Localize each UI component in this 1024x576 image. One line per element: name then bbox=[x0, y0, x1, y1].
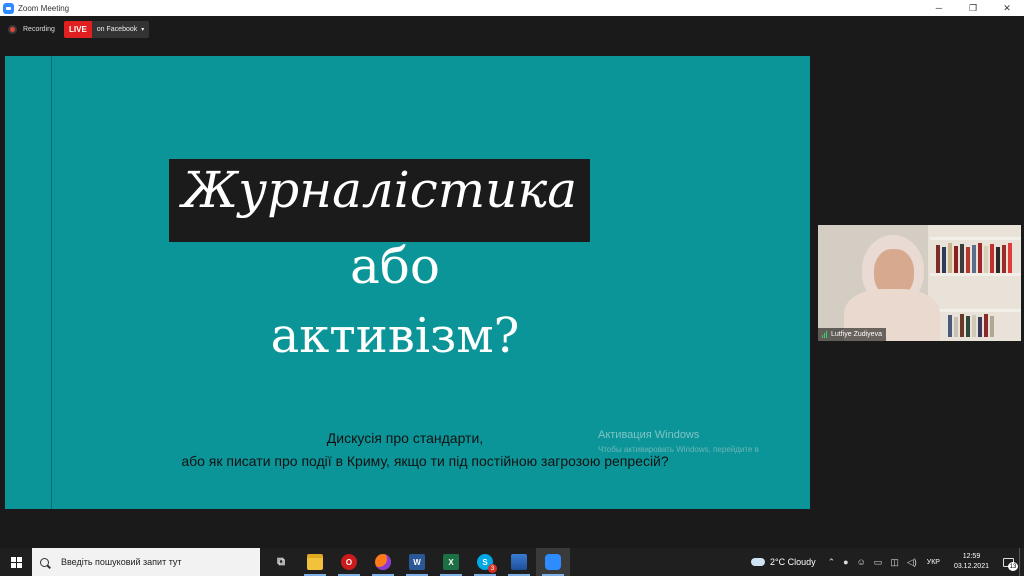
task-view-button[interactable]: ⧉ bbox=[264, 548, 298, 576]
action-center-button[interactable]: 13 bbox=[997, 548, 1019, 576]
slide-title-line1: Журналістика bbox=[181, 161, 578, 219]
windows-taskbar: Введіть пошуковий запит тут ⧉ O W X S 3 bbox=[0, 548, 1024, 576]
zoom-app-icon bbox=[545, 554, 561, 570]
minimize-button[interactable]: ─ bbox=[922, 0, 956, 16]
people-icon[interactable]: ☺ bbox=[857, 557, 866, 567]
taskbar-apps: ⧉ O W X S 3 bbox=[264, 548, 570, 576]
windows-logo-icon bbox=[10, 556, 22, 568]
participant-name-label: Lutfiye Zudiyeva bbox=[818, 328, 886, 341]
show-desktop-button[interactable] bbox=[1019, 548, 1024, 576]
record-icon bbox=[8, 24, 17, 34]
signal-strength-icon bbox=[822, 331, 828, 338]
live-destination-label: on Facebook bbox=[96, 26, 138, 33]
slide-title-line3: активізм? bbox=[270, 308, 520, 364]
cloud-icon bbox=[750, 558, 765, 566]
network-icon[interactable]: ◫ bbox=[890, 557, 899, 568]
live-stream-indicator[interactable]: LIVE on Facebook ▾ bbox=[64, 21, 150, 38]
live-badge: LIVE bbox=[64, 21, 92, 38]
meeting-area: Recording LIVE on Facebook ▾ Журналістик… bbox=[0, 16, 1024, 548]
battery-icon[interactable]: ▭ bbox=[874, 557, 883, 568]
chevron-down-icon: ▾ bbox=[141, 27, 145, 33]
system-clock[interactable]: 12:59 03.12.2021 bbox=[954, 552, 989, 572]
excel-button[interactable]: X bbox=[434, 548, 468, 576]
firefox-icon bbox=[375, 554, 391, 570]
clock-time: 12:59 bbox=[962, 553, 981, 560]
microphone-icon[interactable]: ● bbox=[843, 557, 848, 567]
window-title: Zoom Meeting bbox=[18, 3, 70, 13]
zoom-icon bbox=[3, 2, 14, 14]
system-tray: 2°C Cloudy ⌃ ● ☺ ▭ ◫ ◁) УКР 12:59 03.12.… bbox=[750, 548, 1024, 576]
photos-button[interactable] bbox=[502, 548, 536, 576]
word-icon: W bbox=[409, 554, 425, 570]
window-titlebar: Zoom Meeting ─ ❐ ✕ bbox=[0, 0, 1024, 16]
opera-icon: O bbox=[341, 554, 357, 570]
opera-button[interactable]: O bbox=[332, 548, 366, 576]
slide-subtitle-line2: або як писати про події в Криму, якщо ти… bbox=[181, 453, 669, 469]
live-destination-dropdown[interactable]: on Facebook ▾ bbox=[91, 21, 150, 38]
maximize-button[interactable]: ❐ bbox=[956, 0, 990, 16]
participant-video-tile[interactable]: Lutfiye Zudiyeva bbox=[818, 225, 1021, 341]
start-button[interactable] bbox=[0, 548, 32, 576]
excel-icon: X bbox=[443, 554, 459, 570]
taskbar-search-box[interactable]: Введіть пошуковий запит тут bbox=[32, 548, 260, 576]
windows-activation-hint: Чтобы активировать Windows, перейдите в bbox=[598, 445, 759, 454]
skype-button[interactable]: S 3 bbox=[468, 548, 502, 576]
close-button[interactable]: ✕ bbox=[990, 0, 1024, 16]
participant-name: Lutfiye Zudiyeva bbox=[831, 331, 882, 338]
firefox-button[interactable] bbox=[366, 548, 400, 576]
window-controls: ─ ❐ ✕ bbox=[922, 0, 1024, 16]
shared-screen-slide: Журналістика або активізм? Дискусія про … bbox=[5, 56, 810, 509]
input-language[interactable]: УКР bbox=[927, 559, 940, 566]
recording-indicator[interactable]: Recording bbox=[8, 22, 55, 36]
slide-title-line2: або bbox=[349, 237, 440, 295]
task-view-icon: ⧉ bbox=[277, 555, 285, 568]
chevron-up-icon[interactable]: ⌃ bbox=[828, 557, 836, 568]
zoom-button[interactable] bbox=[536, 548, 570, 576]
weather-text: 2°C Cloudy bbox=[769, 557, 816, 567]
weather-widget[interactable]: 2°C Cloudy bbox=[750, 557, 816, 567]
file-explorer-button[interactable] bbox=[298, 548, 332, 576]
search-icon bbox=[40, 557, 49, 567]
photos-icon bbox=[511, 554, 527, 570]
slide-divider-line bbox=[51, 56, 52, 509]
volume-icon[interactable]: ◁) bbox=[907, 557, 917, 568]
windows-activation-watermark: Активация Windows bbox=[598, 429, 700, 441]
search-placeholder: Введіть пошуковий запит тут bbox=[61, 557, 182, 567]
bookshelf bbox=[928, 225, 1021, 341]
file-explorer-icon bbox=[307, 554, 323, 570]
clock-date: 03.12.2021 bbox=[953, 563, 989, 570]
skype-notification-badge: 3 bbox=[488, 564, 497, 573]
recording-label: Recording bbox=[23, 25, 55, 33]
word-button[interactable]: W bbox=[400, 548, 434, 576]
notification-count: 13 bbox=[1008, 562, 1018, 571]
